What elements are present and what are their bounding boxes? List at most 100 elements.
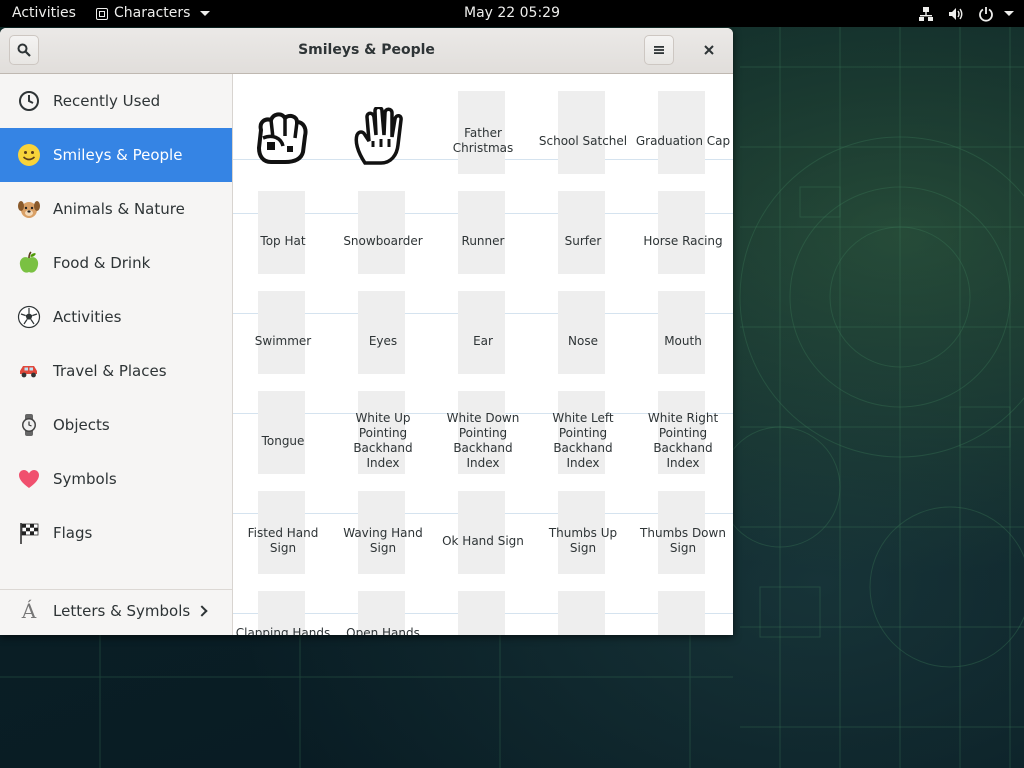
sidebar-item-letters-symbols[interactable]: Á Letters & Symbols <box>0 592 232 630</box>
character-cell[interactable]: Surfer <box>533 174 633 274</box>
sidebar-item-flags[interactable]: Flags <box>0 506 232 560</box>
character-name: Mouth <box>664 333 702 348</box>
sidebar-item-label: Letters & Symbols <box>53 602 191 620</box>
chevron-down-icon <box>1004 11 1014 16</box>
character-cell[interactable]: White Down Pointing Backhand Index <box>433 374 533 474</box>
character-name: Surfer <box>564 233 602 248</box>
character-cell[interactable]: Father Christmas <box>433 74 533 174</box>
character-cell[interactable]: Ok Hand Sign <box>433 474 533 574</box>
character-cell[interactable]: Clapping Hands Sign <box>233 574 333 635</box>
character-name: White Left Pointing Backhand Index <box>552 411 614 470</box>
system-status-menu[interactable] <box>918 0 1014 27</box>
app-menu-button[interactable]: Characters <box>96 0 211 27</box>
letter-a-acute-icon: Á <box>21 599 37 623</box>
character-cell[interactable]: Eyeglasses <box>633 574 733 635</box>
character-tile <box>658 91 705 174</box>
character-tile <box>658 291 705 374</box>
character-tile <box>458 491 505 574</box>
character-name: White Right Pointing Backhand Index <box>647 411 719 470</box>
character-cell[interactable]: Fisted Hand Sign <box>233 474 333 574</box>
character-cell[interactable]: Waving Hand Sign <box>333 474 433 574</box>
car-icon <box>17 359 41 383</box>
raised-hand-icon <box>351 105 415 169</box>
character-name: Waving Hand Sign <box>343 526 423 555</box>
character-name: Womans Hat <box>535 634 631 636</box>
main-menu-button[interactable] <box>644 35 674 65</box>
character-cell[interactable]: White Right Pointing Backhand Index <box>633 374 733 474</box>
character-name: Clapping Hands Sign <box>235 626 331 635</box>
character-name: Crown <box>435 634 531 636</box>
character-name: White Down Pointing Backhand Index <box>446 411 520 470</box>
clock-button[interactable]: May 22 05:29 <box>464 5 560 21</box>
character-tile <box>458 291 505 374</box>
raised-fist-icon <box>253 108 313 168</box>
character-tile <box>558 291 605 374</box>
character-tile <box>358 291 405 374</box>
character-tile <box>658 191 705 274</box>
sidebar-item-label: Animals & Nature <box>53 200 185 218</box>
character-cell[interactable]: Thumbs Down Sign <box>633 474 733 574</box>
close-icon <box>704 45 714 55</box>
character-name: Thumbs Down Sign <box>640 526 726 555</box>
character-name: Graduation Cap <box>635 133 731 148</box>
character-cell[interactable]: White Left Pointing Backhand Index <box>533 374 633 474</box>
character-cell[interactable] <box>233 74 333 174</box>
character-tile <box>358 191 405 274</box>
character-cell[interactable]: Tongue <box>233 374 333 474</box>
character-cell[interactable]: Crown <box>433 574 533 635</box>
hamburger-menu-icon <box>654 46 664 54</box>
sidebar-item-label: Activities <box>53 308 122 326</box>
sidebar-item-label: Recently Used <box>53 92 161 110</box>
sidebar-item-food-drink[interactable]: Food & Drink <box>0 236 232 290</box>
character-name: Snowboarder <box>343 233 423 248</box>
chevron-down-icon <box>200 11 211 16</box>
sidebar-item-travel-places[interactable]: Travel & Places <box>0 344 232 398</box>
character-tile <box>458 191 505 274</box>
search-button[interactable] <box>9 35 39 65</box>
sidebar-divider <box>0 589 232 590</box>
character-name: Swimmer <box>254 333 312 348</box>
characters-window: Smileys & People Recently Used Smileys &… <box>0 28 733 635</box>
character-name: Eyeglasses <box>635 634 731 636</box>
character-name: Horse Racing <box>643 233 723 248</box>
character-name: Runner <box>461 233 505 248</box>
character-cell[interactable]: Top Hat <box>233 174 333 274</box>
character-cell[interactable]: Eyes <box>333 274 433 374</box>
character-cell[interactable]: Horse Racing <box>633 174 733 274</box>
character-name: Ear <box>473 333 493 348</box>
character-cell[interactable]: Snowboarder <box>333 174 433 274</box>
smiley-icon <box>17 143 41 167</box>
sidebar-item-label: Objects <box>53 416 110 434</box>
character-name: Thumbs Up Sign <box>548 526 618 555</box>
character-name: Open Hands Sign <box>346 626 420 635</box>
character-cell[interactable]: Nose <box>533 274 633 374</box>
character-cell[interactable]: Open Hands Sign <box>333 574 433 635</box>
character-tile <box>258 291 305 374</box>
category-sidebar: Recently Used Smileys & People Animals &… <box>0 74 233 635</box>
heart-icon <box>17 467 41 491</box>
character-cell[interactable] <box>333 74 433 174</box>
character-cell[interactable]: Thumbs Up Sign <box>533 474 633 574</box>
sidebar-item-animals-nature[interactable]: Animals & Nature <box>0 182 232 236</box>
character-cell[interactable]: Graduation Cap <box>633 74 733 174</box>
character-name: Top Hat <box>260 233 306 248</box>
close-button[interactable] <box>694 35 724 65</box>
character-name: Tongue <box>261 433 305 448</box>
sidebar-item-recently-used[interactable]: Recently Used <box>0 74 232 128</box>
character-cell[interactable]: White Up Pointing Backhand Index <box>333 374 433 474</box>
sidebar-item-symbols[interactable]: Symbols <box>0 452 232 506</box>
character-cell[interactable]: Womans Hat <box>533 574 633 635</box>
character-cell[interactable]: Mouth <box>633 274 733 374</box>
character-cell[interactable]: Runner <box>433 174 533 274</box>
sidebar-item-objects[interactable]: Objects <box>0 398 232 452</box>
sidebar-item-activities[interactable]: Activities <box>0 290 232 344</box>
character-tile <box>458 591 505 635</box>
character-cell[interactable]: School Satchel <box>533 74 633 174</box>
character-cell[interactable]: Swimmer <box>233 274 333 374</box>
activities-button[interactable]: Activities <box>12 0 76 27</box>
character-tile <box>558 591 605 635</box>
character-cell[interactable]: Ear <box>433 274 533 374</box>
top-bar: Activities Characters May 22 05:29 <box>0 0 1024 27</box>
watch-icon <box>17 413 41 437</box>
sidebar-item-smileys-people[interactable]: Smileys & People <box>0 128 232 182</box>
